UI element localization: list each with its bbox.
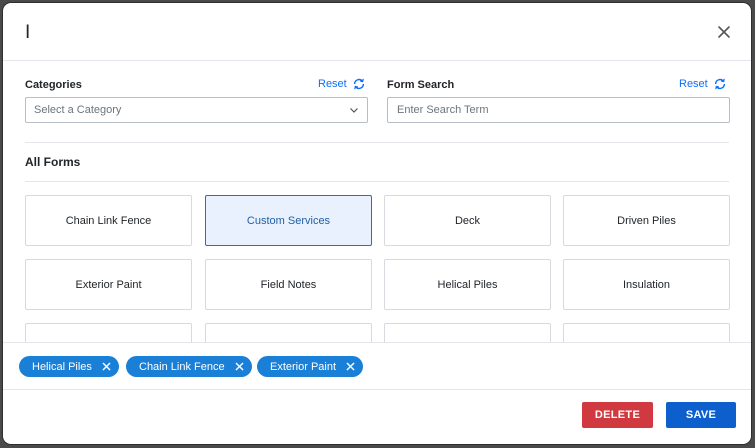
refresh-icon [714, 78, 725, 90]
forms-modal: I Categories Reset Select a Category For… [3, 3, 751, 444]
selected-form-chip[interactable]: Exterior Paint [257, 356, 364, 377]
save-button[interactable]: SAVE [666, 402, 736, 428]
form-tile[interactable] [563, 323, 730, 342]
form-tile[interactable]: Insulation [563, 259, 730, 310]
categories-reset-button[interactable]: Reset [318, 77, 366, 91]
chip-label: Exterior Paint [270, 360, 337, 373]
close-icon[interactable] [715, 23, 733, 41]
chip-remove-icon[interactable] [102, 362, 111, 371]
categories-reset-label: Reset [318, 78, 347, 90]
form-tile[interactable]: Helical Piles [384, 259, 551, 310]
form-tile[interactable]: Exterior Paint [25, 259, 192, 310]
selected-forms-bar: Helical Piles Chain Link Fence Exterior Pa… [3, 342, 751, 390]
divider [25, 142, 729, 143]
chip-label: Helical Piles [32, 360, 92, 373]
delete-button[interactable]: DELETE [582, 402, 653, 428]
form-tile[interactable] [205, 323, 372, 342]
category-select-value: Select a Category [34, 104, 122, 116]
divider [25, 181, 729, 182]
form-tile[interactable] [384, 323, 551, 342]
form-search-label: Form Search [387, 79, 455, 91]
category-select[interactable]: Select a Category [25, 97, 368, 123]
chip-label: Chain Link Fence [139, 360, 225, 373]
selected-form-chip[interactable]: Chain Link Fence [126, 356, 252, 377]
form-tile[interactable]: Custom Services [205, 195, 372, 246]
chip-remove-icon[interactable] [346, 362, 355, 371]
all-forms-title: All Forms [25, 155, 81, 169]
form-tile[interactable]: Deck [384, 195, 551, 246]
forms-grid: Chain Link Fence Custom Services Deck Drive… [25, 195, 743, 342]
form-tile[interactable] [25, 323, 192, 342]
form-search-input[interactable] [387, 97, 730, 123]
form-search-reset-label: Reset [679, 78, 708, 90]
modal-header: I [3, 3, 751, 61]
chip-remove-icon[interactable] [235, 362, 244, 371]
selected-form-chip[interactable]: Helical Piles [19, 356, 119, 377]
categories-label: Categories [25, 79, 82, 91]
form-tile[interactable]: Field Notes [205, 259, 372, 310]
form-tile[interactable]: Driven Piles [563, 195, 730, 246]
form-search-reset-button[interactable]: Reset [679, 77, 727, 91]
form-tile[interactable]: Chain Link Fence [25, 195, 192, 246]
modal-title: I [25, 22, 31, 43]
refresh-icon [353, 78, 364, 90]
chevron-down-icon [350, 108, 358, 113]
